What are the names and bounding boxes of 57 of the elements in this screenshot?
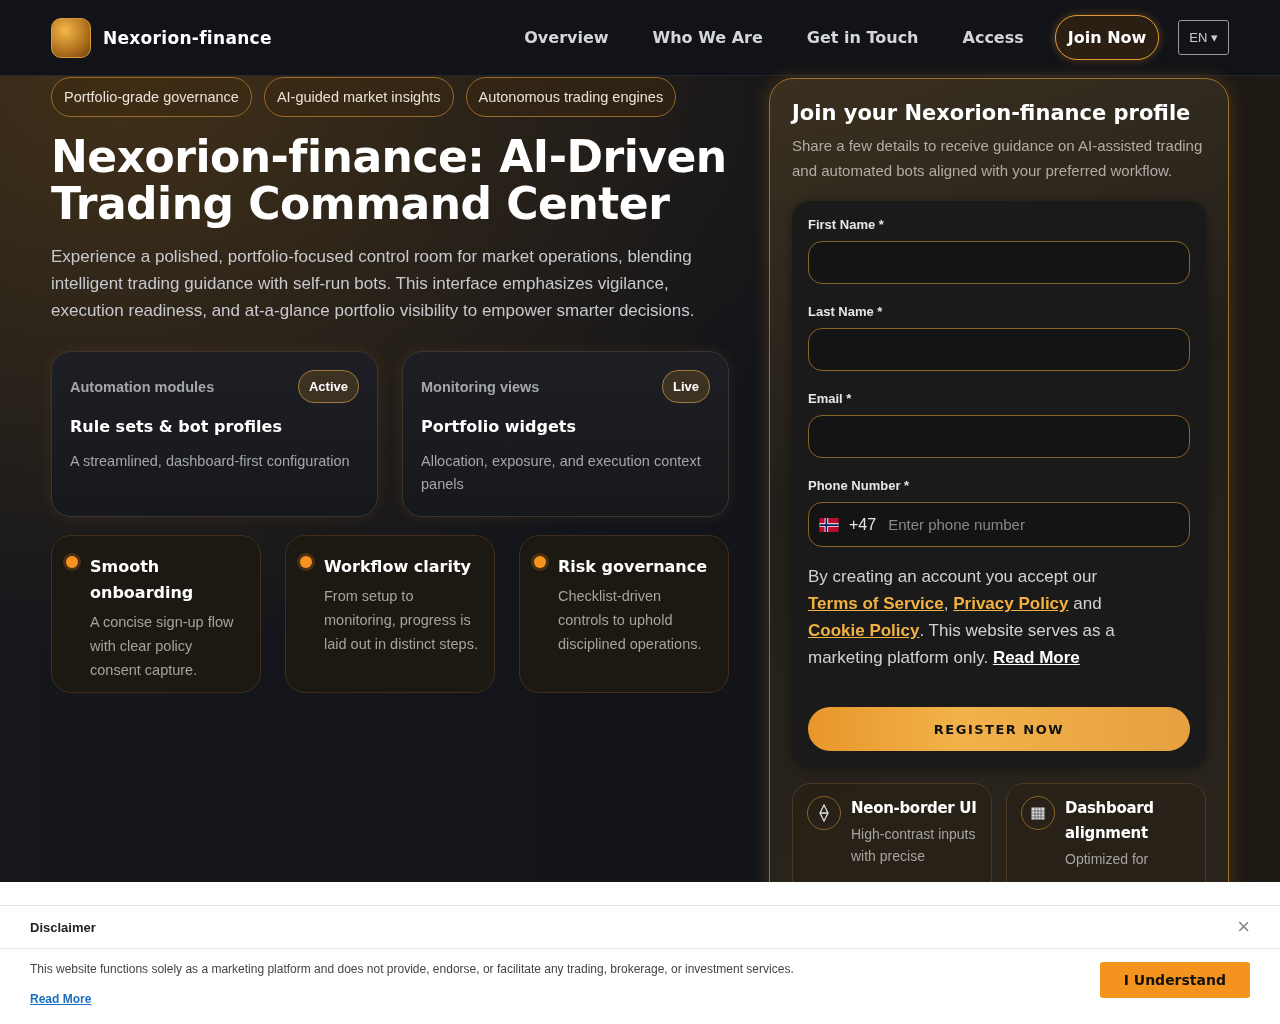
- language-selector[interactable]: EN ▾: [1178, 20, 1229, 55]
- feature-description: Checklist-driven controls to uphold disciplined operations.: [558, 587, 703, 654]
- disclaimer-title: Disclaimer: [30, 919, 96, 935]
- field-label: First Name *: [808, 217, 885, 232]
- card-description: Allocation, exposure, and execution context panels: [421, 452, 702, 494]
- close-button[interactable]: ×: [1237, 914, 1250, 940]
- status-badge: Active: [297, 370, 359, 403]
- feature-title: Risk governance: [558, 556, 709, 578]
- signup-subtitle: Share a few details to receive guidance on AI-assisted trading and automated bots aligned with your preferred workflow.: [792, 136, 1204, 181]
- highlight-title: Neon-border UI: [851, 798, 977, 819]
- highlight-description: High-contrast inputs with precise: [851, 825, 977, 866]
- hero-title: Nexorion-finance: AI-Driven Trading Command Center: [51, 133, 728, 227]
- feature-title: Smooth onboarding: [90, 556, 195, 604]
- card-eyebrow: Monitoring views: [421, 378, 540, 395]
- read-more-link[interactable]: Read More: [30, 992, 92, 1006]
- flag-icon[interactable]: [819, 517, 839, 532]
- highlight-description: Optimized for: [1065, 850, 1150, 869]
- policy-link[interactable]: Terms of Service: [808, 594, 944, 613]
- understand-button[interactable]: I Understand: [1099, 962, 1250, 998]
- hero-description: Experience a polished, portfolio-focused control room for market operations, blending intelligent trading guidance with self-run bots. This interface emphasizes vigilance, execution readiness, and at-a-glance portfolio visibility to empower smarter decisions.: [51, 246, 696, 322]
- field-label: Last Name *: [808, 304, 884, 319]
- card-description: A streamlined, dashboard-first configuration: [70, 452, 351, 471]
- feature-description: From setup to monitoring, progress is laid out in distinct steps.: [324, 587, 478, 654]
- country-code: +47: [849, 515, 877, 534]
- signup-title: Join your Nexorion-finance profile: [792, 101, 1192, 125]
- read-more-link[interactable]: Read More: [992, 648, 1080, 667]
- brand-name[interactable]: Nexorion-finance: [103, 27, 272, 48]
- input-field[interactable]: [808, 241, 1190, 284]
- nav-link[interactable]: Get in Touch: [806, 28, 919, 47]
- join-now-button[interactable]: Join Now: [1054, 15, 1160, 60]
- status-badge: Live: [662, 370, 710, 403]
- policy-link[interactable]: Cookie Policy: [808, 621, 920, 640]
- feature-chip: AI-guided market insights: [263, 77, 454, 117]
- field-label: Email *: [808, 391, 853, 406]
- logo-icon: [51, 17, 91, 58]
- input-field[interactable]: [808, 328, 1190, 371]
- disclaimer-text: This website functions solely as a marketing platform and does not provide, endorse, or facilitate any trading, brokerage, or investment services.: [30, 962, 794, 976]
- register-button[interactable]: REGISTER NOW: [808, 707, 1190, 751]
- grid-icon: [1031, 806, 1045, 820]
- field-label: Phone Number *: [808, 478, 911, 493]
- feature-chip: Autonomous trading engines: [465, 77, 677, 117]
- nav-link[interactable]: Overview: [524, 28, 609, 47]
- diamond-icon: [819, 804, 829, 822]
- input-field[interactable]: [808, 415, 1190, 458]
- nav-link[interactable]: Access: [962, 28, 1024, 47]
- card-title: Portfolio widgets: [421, 417, 577, 436]
- card-title: Rule sets & bot profiles: [70, 417, 283, 436]
- feature-chip: Portfolio-grade governance: [51, 77, 252, 117]
- card-eyebrow: Automation modules: [70, 378, 215, 395]
- phone-input[interactable]: Enter phone number: [886, 515, 1179, 534]
- nav-link[interactable]: Who We Are: [652, 28, 763, 47]
- highlight-title: Dashboard alignment: [1065, 798, 1155, 844]
- consent-text: By creating an account you accept our Terms of Service, Privacy Policy and Cookie Policy. This website serves as a marketing platform only. Read More: [808, 566, 1116, 669]
- policy-link[interactable]: Privacy Policy: [953, 594, 1069, 613]
- feature-description: A concise sign-up flow with clear policy consent capture.: [90, 613, 235, 680]
- phone-field[interactable]: +47 Enter phone number: [808, 502, 1190, 547]
- feature-title: Workflow clarity: [324, 556, 473, 578]
